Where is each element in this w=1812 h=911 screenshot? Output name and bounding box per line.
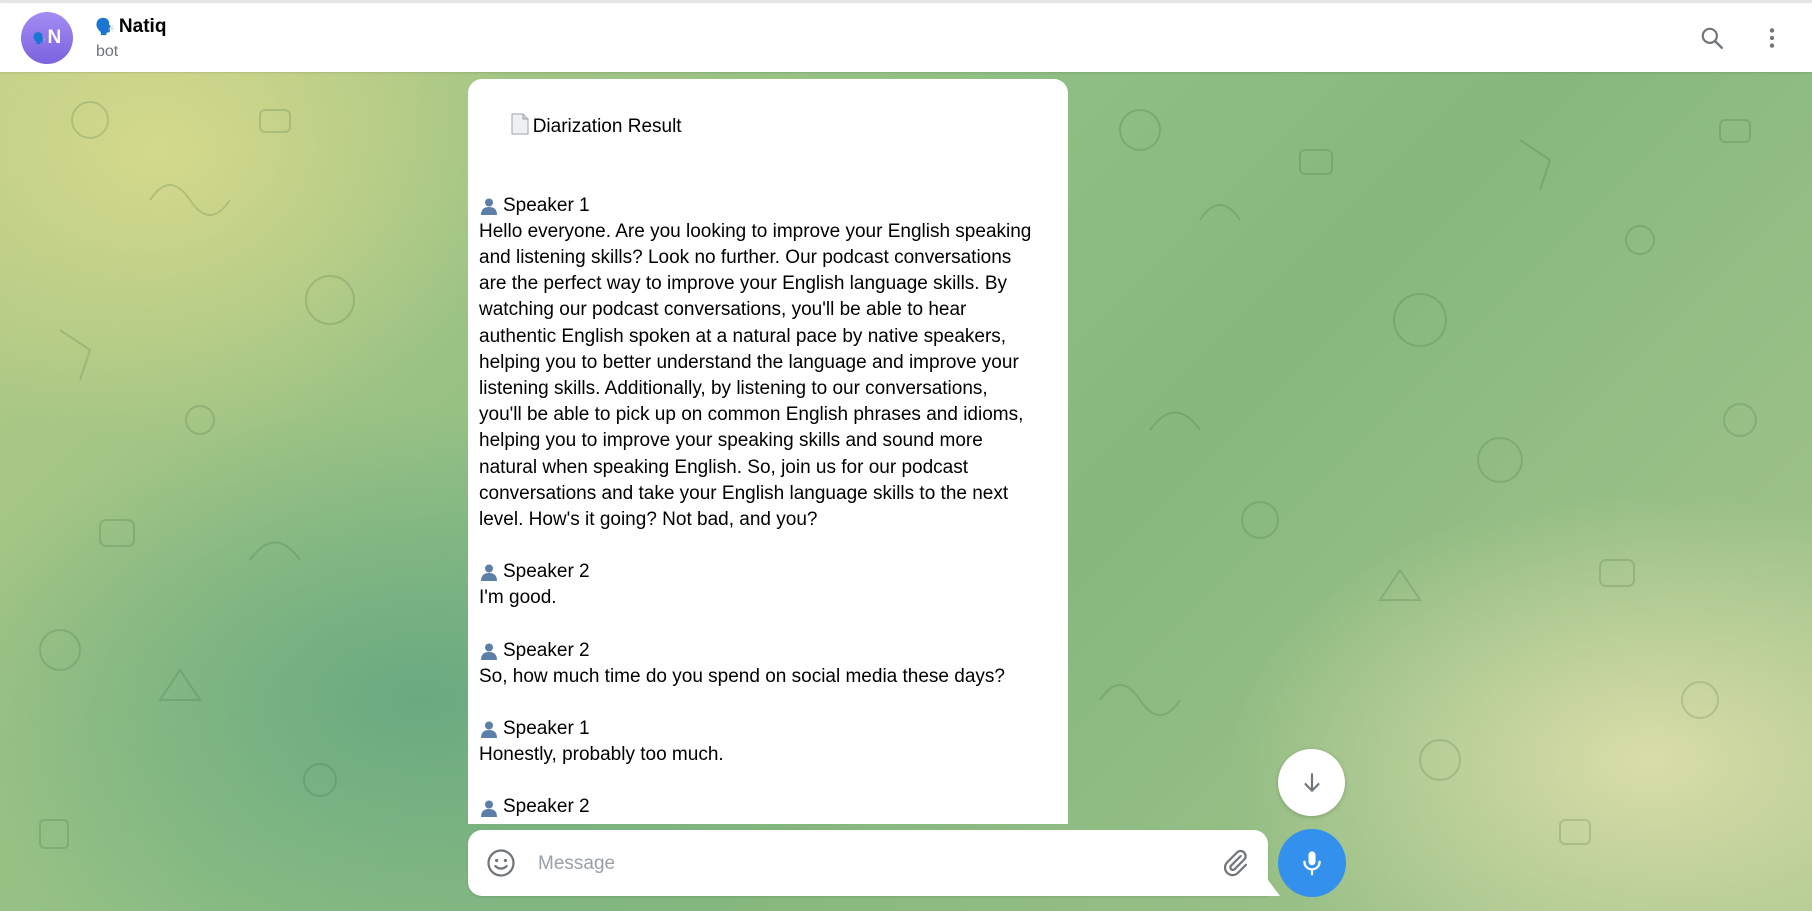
speaker-icon: [481, 198, 497, 215]
message-composer: [468, 830, 1268, 896]
avatar-emoji: 🗣️: [32, 32, 47, 45]
transcript-line: Honestly, probably too much.: [479, 744, 724, 766]
chat-title-row[interactable]: 🗣️ Natiq: [95, 16, 166, 38]
emoji-icon[interactable]: [486, 848, 516, 878]
speaker-label-row: Speaker 1: [479, 193, 1057, 219]
speaker-icon: [481, 643, 497, 660]
transcript-line: and listening skills? Look no further. O…: [479, 247, 1012, 269]
message-input[interactable]: [536, 846, 1070, 882]
message-bubble[interactable]: Diarization Result Speaker 1 Hello everyo…: [468, 79, 1068, 824]
speaker-name: Speaker 2: [503, 561, 590, 583]
transcript-line: watching our podcast conversations, you'…: [479, 299, 967, 321]
speaker-name: Speaker 2: [503, 639, 590, 661]
block-gap: [479, 167, 1057, 193]
attach-icon[interactable]: [1220, 848, 1250, 878]
transcript-line: I'm good.: [479, 587, 557, 609]
block-gap: [479, 768, 1057, 794]
block-gap: [479, 690, 1057, 716]
transcript-line: are the perfect way to improve your Engl…: [479, 273, 1008, 295]
speaker-name: Speaker 1: [503, 194, 590, 216]
transcript-line: I find myself scrolling through Instagra…: [479, 821, 1057, 824]
speaker-label-row: Speaker 2: [479, 638, 1057, 664]
transcript-line: level. How's it going? Not bad, and you?: [479, 509, 818, 531]
speaker-name: Speaker 1: [503, 718, 590, 740]
microphone-icon: [1303, 851, 1321, 876]
arrow-down-icon: [1303, 772, 1320, 792]
avatar[interactable]: 🗣️ N: [21, 12, 73, 64]
transcript-line: helping you to improve your speaking ski…: [479, 430, 983, 452]
speaker-icon: [481, 564, 497, 582]
transcript-line: Hello everyone. Are you looking to impro…: [479, 220, 1032, 242]
speaker-label-row: Speaker 2: [479, 794, 1057, 820]
speaker-label-row: Speaker 2: [479, 559, 1057, 585]
result-title: Diarization Result: [532, 116, 682, 138]
transcript-line: you'll be able to pick up on common Engl…: [479, 404, 1024, 426]
document-icon: [511, 113, 529, 135]
scroll-down-button[interactable]: [1278, 749, 1345, 816]
result-title-row: Diarization Result: [479, 87, 1057, 167]
block-gap: [479, 533, 1057, 559]
transcript-line: authentic English spoken at a natural pa…: [479, 325, 1007, 347]
chat-header[interactable]: 🗣️ N 🗣️ Natiq bot: [0, 3, 1812, 72]
speaker-label-row: Speaker 1: [479, 716, 1057, 742]
transcript-line: conversations and take your English lang…: [479, 482, 1009, 504]
composer-tail: [1268, 880, 1280, 896]
speaker-icon: [481, 721, 497, 739]
search-button[interactable]: [1697, 23, 1727, 53]
speaker-name: Speaker 2: [503, 796, 590, 818]
block-gap: [479, 612, 1057, 638]
transcript-line: listening skills. Additionally, by liste…: [479, 378, 988, 400]
chat-title: Natiq: [118, 16, 167, 37]
transcript-line: natural when speaking English. So, join …: [479, 456, 969, 478]
avatar-letter: N: [47, 27, 62, 48]
more-button[interactable]: [1757, 23, 1787, 53]
transcript-line: So, how much time do you spend on social…: [479, 665, 1005, 687]
more-vertical-icon: [1769, 28, 1775, 48]
search-icon: [1701, 27, 1723, 49]
chat-status: bot: [96, 43, 119, 60]
speaker-icon: [481, 800, 497, 817]
voice-record-button[interactable]: [1278, 829, 1346, 897]
transcript-line: helping you to better understand the lan…: [479, 351, 1019, 373]
speaking-head-icon: 🗣️: [95, 19, 115, 36]
